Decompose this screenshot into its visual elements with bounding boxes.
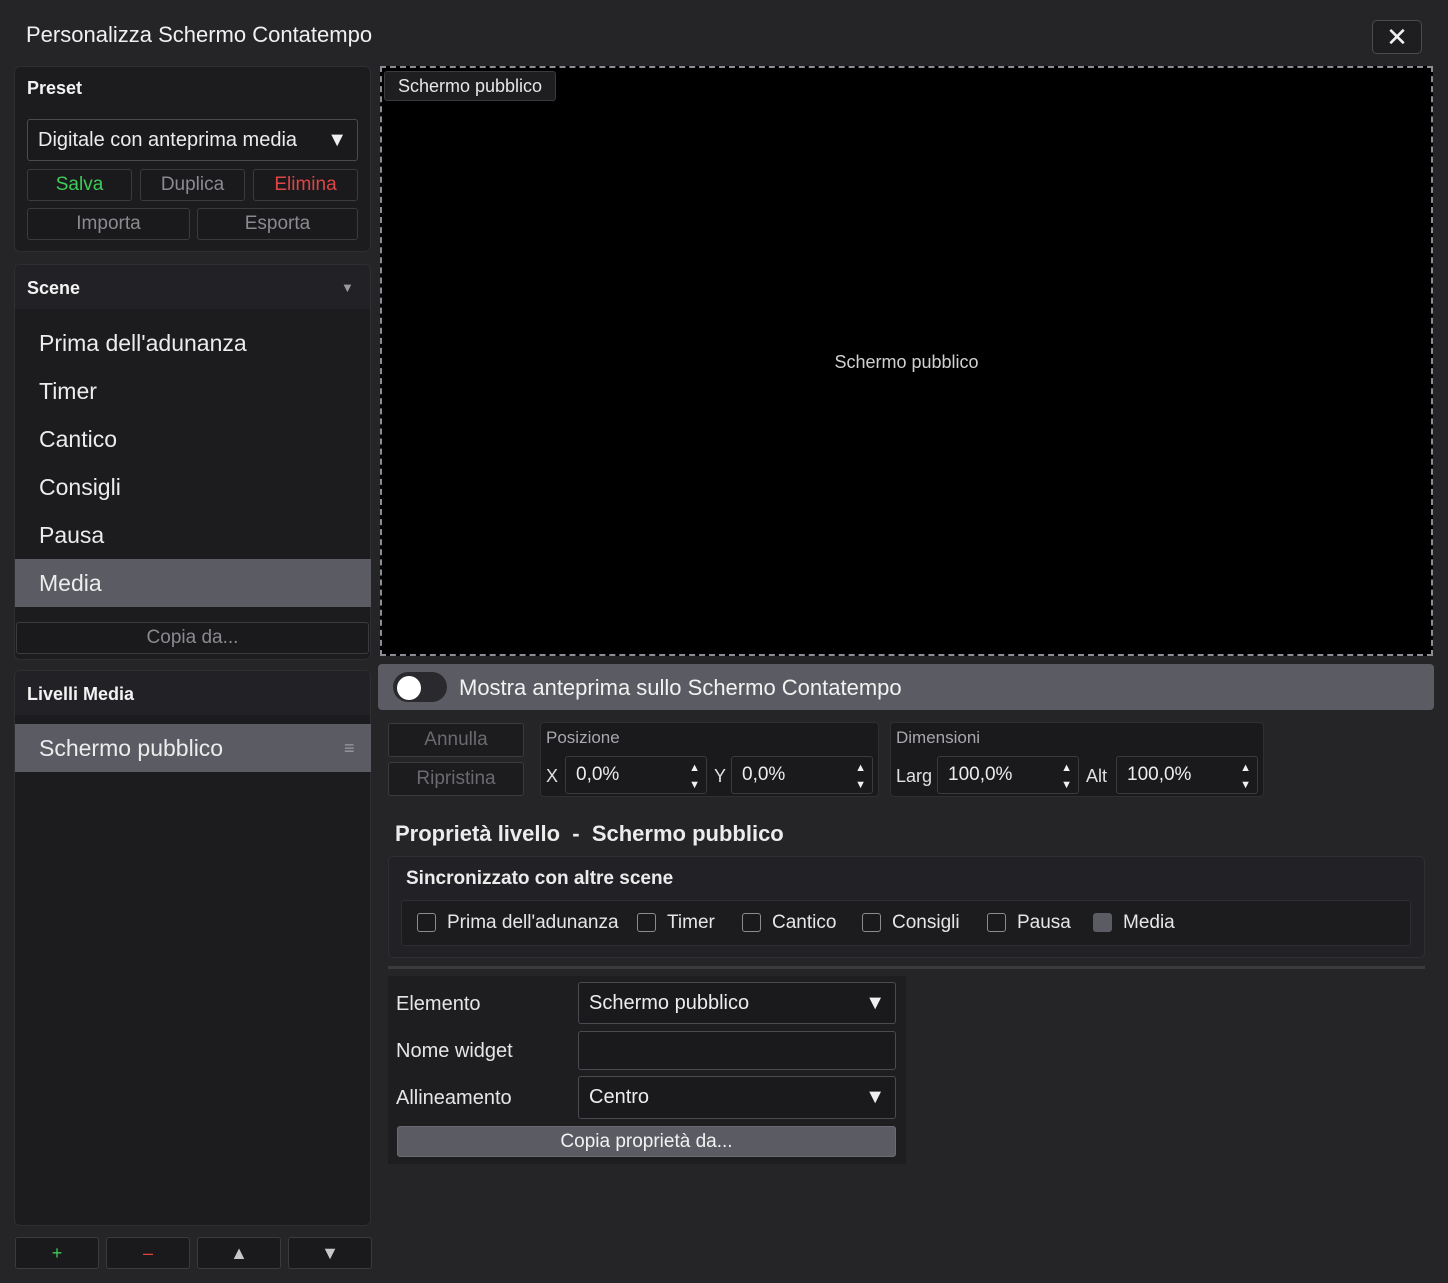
scene-item[interactable]: Consigli bbox=[15, 463, 371, 511]
x-value: 0,0% bbox=[576, 764, 620, 785]
scene-item[interactable]: Media bbox=[15, 559, 371, 607]
scene-item-label: Timer bbox=[39, 377, 97, 404]
height-input[interactable]: 100,0% ▲ ▼ bbox=[1116, 756, 1258, 794]
sync-checkbox-label[interactable]: Media bbox=[1123, 912, 1175, 934]
sync-checkbox-label[interactable]: Prima dell'adunanza bbox=[447, 912, 619, 934]
scene-item-label: Media bbox=[39, 569, 102, 596]
size-label: Dimensioni bbox=[896, 728, 981, 747]
layer-item-label: Schermo pubblico bbox=[39, 734, 224, 761]
scenes-header: Scene bbox=[27, 278, 81, 298]
preset-dropdown[interactable]: Digitale con anteprima media ▼ bbox=[27, 119, 358, 161]
width-value: 100,0% bbox=[948, 764, 1013, 785]
scene-item[interactable]: Prima dell'adunanza bbox=[15, 319, 371, 367]
duplicate-button[interactable]: Duplica bbox=[140, 169, 245, 201]
layer-properties-title: Proprietà livello - Schermo pubblico bbox=[395, 821, 784, 846]
sync-checkbox-label[interactable]: Consigli bbox=[892, 912, 960, 934]
sync-checkbox-label[interactable]: Timer bbox=[667, 912, 715, 934]
divider bbox=[388, 966, 1425, 969]
y-value: 0,0% bbox=[742, 764, 786, 785]
sync-title: Sincronizzato con altre scene bbox=[406, 868, 674, 889]
scene-item-label: Cantico bbox=[39, 425, 117, 452]
copy-properties-button[interactable]: Copia proprietà da... bbox=[397, 1126, 896, 1157]
layer-item[interactable]: Schermo pubblico bbox=[15, 724, 371, 772]
sync-checkbox-label[interactable]: Cantico bbox=[772, 912, 836, 934]
close-button[interactable]: ✕ bbox=[1372, 20, 1422, 54]
spinner-icon[interactable]: ▲ ▼ bbox=[1240, 760, 1251, 794]
scene-item[interactable]: Cantico bbox=[15, 415, 371, 463]
width-label: Larg bbox=[896, 766, 933, 786]
export-button[interactable]: Esporta bbox=[197, 208, 358, 240]
chevron-down-icon: ▼ bbox=[865, 1086, 885, 1108]
sync-checkbox[interactable] bbox=[862, 913, 881, 932]
move-up-button[interactable]: ▲ bbox=[197, 1237, 281, 1269]
scene-item-label: Prima dell'adunanza bbox=[39, 329, 247, 356]
widget-name-label: Nome widget bbox=[396, 1040, 513, 1062]
sync-checkbox[interactable] bbox=[1093, 913, 1112, 932]
sync-checkbox-label[interactable]: Pausa bbox=[1017, 912, 1071, 934]
alignment-dropdown[interactable]: Centro ▼ bbox=[578, 1076, 896, 1119]
position-label: Posizione bbox=[546, 728, 620, 747]
import-button[interactable]: Importa bbox=[27, 208, 190, 240]
add-layer-button[interactable]: + bbox=[15, 1237, 99, 1269]
preset-selected: Digitale con anteprima media bbox=[38, 128, 298, 151]
undo-button[interactable]: Annulla bbox=[388, 723, 524, 757]
collapse-icon[interactable]: ▼ bbox=[341, 280, 354, 295]
toggle-knob bbox=[397, 676, 421, 700]
scene-item[interactable]: Timer bbox=[15, 367, 371, 415]
preset-header: Preset bbox=[27, 78, 83, 98]
alignment-label: Allineamento bbox=[396, 1087, 512, 1109]
delete-button[interactable]: Elimina bbox=[253, 169, 358, 201]
sync-checkbox[interactable] bbox=[637, 913, 656, 932]
close-icon: ✕ bbox=[1386, 21, 1408, 52]
preview-tab[interactable]: Schermo pubblico bbox=[384, 71, 556, 101]
sync-checkbox[interactable] bbox=[987, 913, 1006, 932]
y-input[interactable]: 0,0% ▲ ▼ bbox=[731, 756, 873, 794]
element-label: Elemento bbox=[396, 993, 481, 1015]
alignment-selected: Centro bbox=[589, 1086, 650, 1108]
sync-checkbox[interactable] bbox=[742, 913, 761, 932]
widget-name-input[interactable] bbox=[578, 1031, 896, 1070]
preview-toggle-label: Mostra anteprima sullo Schermo Contatemp… bbox=[459, 675, 902, 700]
restore-button[interactable]: Ripristina bbox=[388, 762, 524, 796]
save-button[interactable]: Salva bbox=[27, 169, 132, 201]
scene-item-label: Pausa bbox=[39, 521, 105, 548]
y-label: Y bbox=[714, 766, 727, 786]
copy-from-button[interactable]: Copia da... bbox=[16, 622, 369, 654]
window-title: Personalizza Schermo Contatempo bbox=[26, 22, 373, 47]
drag-handle-icon[interactable]: ≡ bbox=[344, 738, 355, 759]
x-input[interactable]: 0,0% ▲ ▼ bbox=[565, 756, 707, 794]
remove-layer-button[interactable]: – bbox=[106, 1237, 190, 1269]
spinner-icon[interactable]: ▲ ▼ bbox=[855, 760, 866, 794]
height-label: Alt bbox=[1086, 766, 1108, 786]
height-value: 100,0% bbox=[1127, 764, 1192, 785]
preview-center-label: Schermo pubblico bbox=[834, 352, 979, 372]
spinner-icon[interactable]: ▲ ▼ bbox=[689, 760, 700, 794]
chevron-down-icon: ▼ bbox=[327, 128, 347, 151]
sync-checkbox[interactable] bbox=[417, 913, 436, 932]
chevron-down-icon: ▼ bbox=[865, 991, 885, 1014]
layers-header: Livelli Media bbox=[27, 684, 135, 704]
element-selected: Schermo pubblico bbox=[589, 991, 750, 1014]
x-label: X bbox=[546, 766, 559, 786]
spinner-icon[interactable]: ▲ ▼ bbox=[1061, 760, 1072, 794]
element-dropdown[interactable]: Schermo pubblico ▼ bbox=[578, 982, 896, 1024]
scene-item-label: Consigli bbox=[39, 473, 121, 500]
move-down-button[interactable]: ▼ bbox=[288, 1237, 372, 1269]
scene-item[interactable]: Pausa bbox=[15, 511, 371, 559]
width-input[interactable]: 100,0% ▲ ▼ bbox=[937, 756, 1079, 794]
